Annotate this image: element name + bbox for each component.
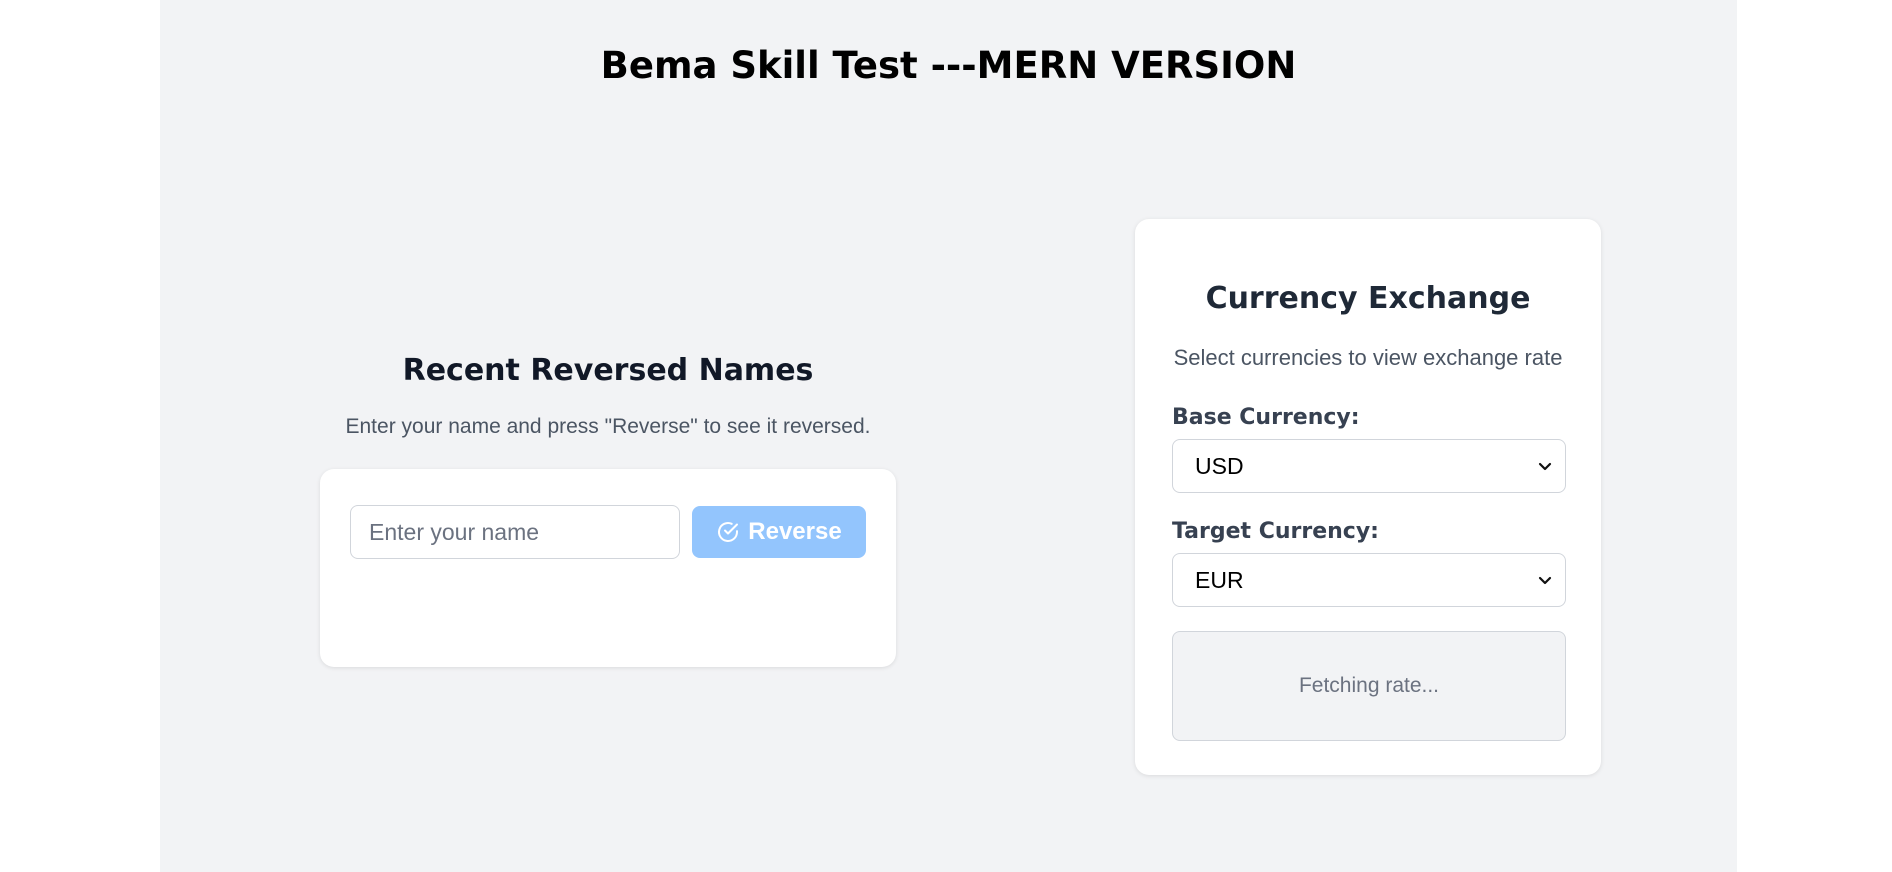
reverse-card: Reverse [320,469,896,667]
exchange-rate-display: Fetching rate... [1172,631,1566,741]
currency-description: Select currencies to view exchange rate [1173,345,1563,370]
reverse-heading: Recent Reversed Names [402,353,814,388]
currency-title: Currency Exchange [1205,281,1531,316]
page-title: Bema Skill Test ---MERN VERSION [600,44,1297,87]
reverse-description: Enter your name and press "Reverse" to s… [345,415,871,438]
base-currency-label: Base Currency: [1172,405,1360,430]
rate-status-text: Fetching rate... [1298,674,1440,697]
chevron-down-icon [1537,572,1553,588]
reverse-name-section: Recent Reversed Names Enter your name an… [320,350,896,667]
target-currency-value: EUR [1195,566,1244,593]
target-currency-label: Target Currency: [1172,519,1379,544]
reverse-button-label: Reverse [748,518,842,545]
name-input[interactable] [350,505,680,559]
check-circle-icon [716,520,740,544]
chevron-down-icon [1537,458,1553,474]
base-currency-value: USD [1195,452,1244,479]
app-container: Bema Skill Test ---MERN VERSION Recent R… [160,0,1737,872]
reverse-button[interactable]: Reverse [692,506,866,558]
currency-exchange-card: Currency Exchange Select currencies to v… [1135,219,1601,775]
target-currency-select[interactable]: EUR [1172,553,1566,607]
base-currency-select[interactable]: USD [1172,439,1566,493]
